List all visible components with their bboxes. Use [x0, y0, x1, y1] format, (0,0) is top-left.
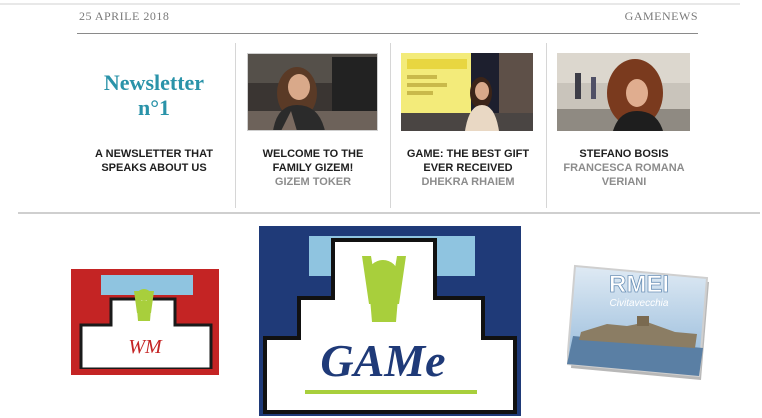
- publication-name: GAMENEWS: [624, 9, 698, 23]
- article-card-gizem[interactable]: WELCOME TO THE FAMILY GIZEM! GIZEM TOKER: [242, 147, 384, 189]
- issue-date: 25 APRILE 2018: [79, 9, 170, 23]
- article-photo-stefano[interactable]: [557, 53, 690, 131]
- top-edge-line: [0, 3, 740, 5]
- column-divider: [235, 43, 236, 208]
- article-photo-dhekra[interactable]: [401, 53, 533, 131]
- newsletter-title-line1: Newsletter: [103, 70, 205, 95]
- newsletter-subtitle: A NEWSLETTER THAT SPEAKS ABOUT US: [95, 148, 213, 174]
- article-title: STEFANO BOSIS: [579, 148, 669, 160]
- article-card-stefano[interactable]: STEFANO BOSIS FRANCESCA ROMANA VERIANI: [553, 147, 695, 189]
- article-title: GAME: THE BEST GIFT EVER RECEIVED: [406, 148, 530, 174]
- rmei-logo-title: RMEI: [609, 271, 669, 298]
- wm-logo-text: WM: [128, 336, 163, 358]
- newsletter-issue-number: n°1: [137, 95, 171, 120]
- article-author: DHEKRA RHAIEM: [421, 176, 515, 188]
- header-rule: [77, 33, 698, 34]
- article-card-dhekra[interactable]: GAME: THE BEST GIFT EVER RECEIVED DHEKRA…: [397, 147, 539, 189]
- article-photo-gizem[interactable]: [247, 53, 378, 131]
- rmei-logo: RMEI Civitavecchia: [567, 262, 713, 386]
- newsletter-title: Newsletter n°1: [82, 70, 226, 120]
- article-author: FRANCESCA ROMANA VERIANI: [563, 162, 685, 188]
- section-divider: [18, 212, 760, 214]
- article-title: WELCOME TO THE FAMILY GIZEM!: [262, 148, 364, 174]
- column-divider: [546, 43, 547, 208]
- article-author: GIZEM TOKER: [274, 176, 352, 188]
- column-divider: [390, 43, 391, 208]
- wm-logo: WM: [71, 269, 219, 375]
- rmei-logo-subtitle: Civitavecchia: [610, 298, 669, 309]
- game-logo-text: GAMe: [320, 335, 445, 386]
- game-logo: GAMe: [259, 226, 521, 416]
